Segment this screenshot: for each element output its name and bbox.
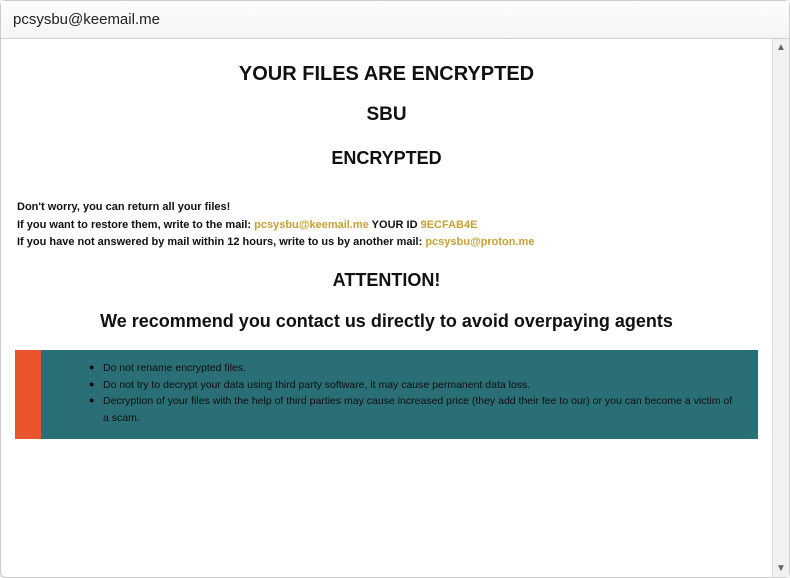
heading-attention: ATTENTION! — [13, 270, 760, 291]
scroll-trough[interactable] — [773, 56, 789, 560]
heading-encrypted: YOUR FILES ARE ENCRYPTED — [13, 63, 760, 86]
heading-encrypted2: ENCRYPTED — [13, 148, 760, 169]
your-id-label: YOUR ID — [369, 219, 421, 231]
ransom-window: pcsysbu@keemail.me YOUR FILES ARE ENCRYP… — [0, 0, 790, 578]
heading-sbu: SBU — [13, 104, 760, 126]
vertical-scrollbar[interactable]: ▲ ▼ — [772, 39, 789, 577]
content-wrap: YOUR FILES ARE ENCRYPTED SBU ENCRYPTED D… — [1, 39, 789, 577]
body-text: Don't worry, you can return all your fil… — [17, 199, 756, 252]
email-secondary: pcsysbu@proton.me — [425, 236, 534, 248]
scroll-down-arrow-icon[interactable]: ▼ — [773, 560, 789, 577]
line-restore: If you want to restore them, write to th… — [17, 217, 756, 235]
altmail-prefix: If you have not answered by mail within … — [17, 236, 425, 248]
heading-recommend: We recommend you contact us directly to … — [13, 311, 760, 332]
window-title: pcsysbu@keemail.me — [13, 11, 160, 28]
warning-stripe — [15, 350, 41, 439]
titlebar[interactable]: pcsysbu@keemail.me — [1, 1, 789, 39]
content: YOUR FILES ARE ENCRYPTED SBU ENCRYPTED D… — [1, 39, 772, 577]
warning-box: Do not rename encrypted files. Do not tr… — [15, 350, 758, 439]
scroll-up-arrow-icon[interactable]: ▲ — [773, 39, 789, 56]
your-id-value: 9ECFAB4E — [421, 219, 478, 231]
warning-item: Decryption of your files with the help o… — [89, 393, 736, 427]
line-dontworry: Don't worry, you can return all your fil… — [17, 199, 756, 217]
line-altmail: If you have not answered by mail within … — [17, 234, 756, 252]
warning-panel: Do not rename encrypted files. Do not tr… — [41, 350, 758, 439]
warning-list: Do not rename encrypted files. Do not tr… — [89, 360, 736, 427]
warning-item: Do not try to decrypt your data using th… — [89, 377, 736, 394]
warning-item: Do not rename encrypted files. — [89, 360, 736, 377]
restore-prefix: If you want to restore them, write to th… — [17, 219, 254, 231]
email-primary: pcsysbu@keemail.me — [254, 219, 369, 231]
